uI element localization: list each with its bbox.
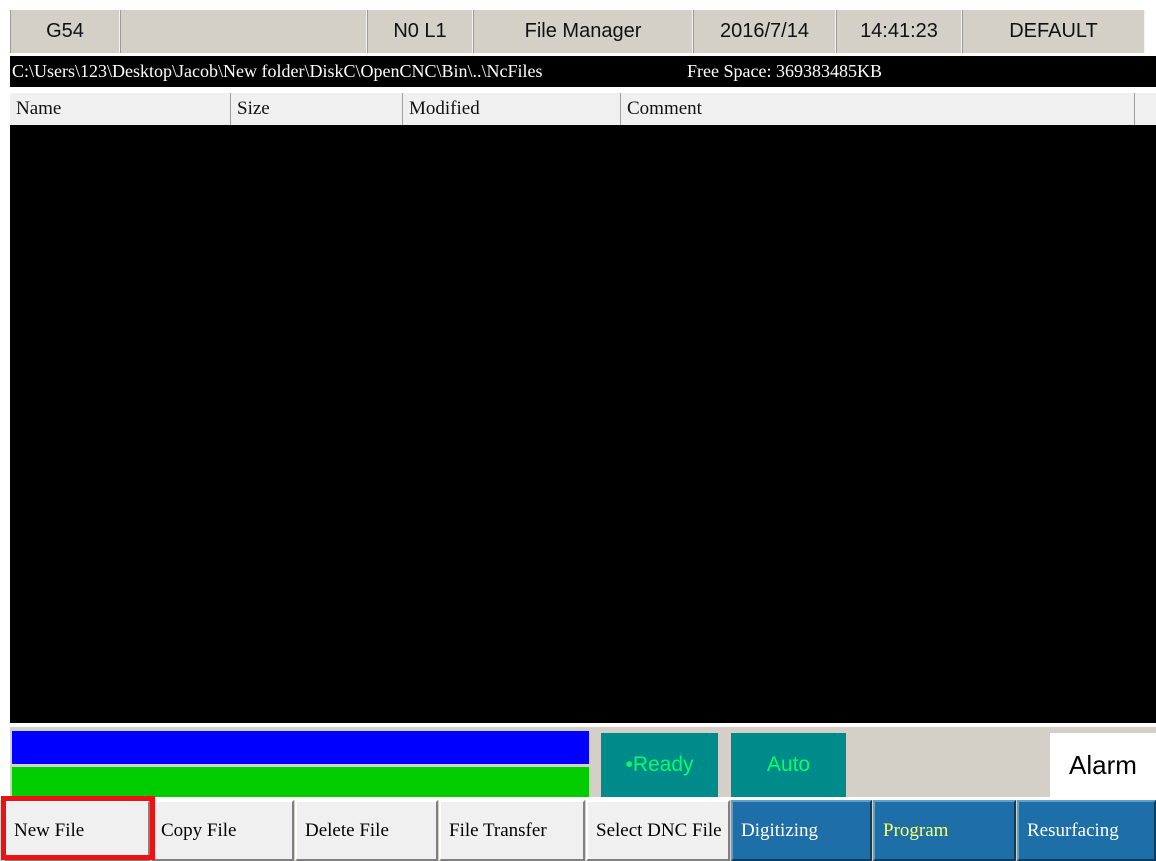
top-status-bar: G54 N0 L1 File Manager 2016/7/14 14:41:2… — [10, 10, 1145, 53]
time-cell: 14:41:23 — [836, 10, 962, 53]
copy-file-button[interactable]: Copy File — [151, 800, 294, 861]
ready-indicator: •Ready — [601, 733, 718, 797]
digitizing-button[interactable]: Digitizing — [731, 800, 872, 861]
cnc-file-manager-screen: G54 N0 L1 File Manager 2016/7/14 14:41:2… — [0, 0, 1156, 861]
date-cell: 2016/7/14 — [693, 10, 836, 53]
file-list-header: Name Size Modified Comment — [10, 93, 1156, 125]
screen-title: File Manager — [473, 10, 693, 53]
column-header-size[interactable]: Size — [231, 93, 403, 125]
select-dnc-file-button[interactable]: Select DNC File — [586, 800, 730, 861]
file-transfer-button[interactable]: File Transfer — [439, 800, 585, 861]
new-file-button[interactable]: New File — [4, 800, 150, 861]
line-number-cell: N0 L1 — [367, 10, 473, 53]
profile-cell: DEFAULT — [962, 10, 1145, 53]
program-button[interactable]: Program — [873, 800, 1016, 861]
current-path: C:\Users\123\Desktop\Jacob\New folder\Di… — [12, 61, 543, 81]
blank-status-cell — [120, 10, 367, 53]
alarm-indicator[interactable]: Alarm — [1050, 733, 1156, 797]
progress-bar-blue — [12, 731, 589, 764]
coord-system-cell: G54 — [10, 10, 120, 53]
progress-bar-green — [12, 767, 589, 797]
column-header-name[interactable]: Name — [10, 93, 231, 125]
path-bar: C:\Users\123\Desktop\Jacob\New folder\Di… — [10, 56, 1156, 87]
softkey-row: New File Copy File Delete File File Tran… — [0, 800, 1156, 861]
column-header-comment[interactable]: Comment — [621, 93, 1135, 125]
column-header-modified[interactable]: Modified — [403, 93, 621, 125]
resurfacing-button[interactable]: Resurfacing — [1017, 800, 1156, 861]
file-list[interactable] — [10, 125, 1156, 723]
mode-indicator: Auto — [731, 733, 846, 797]
free-space: Free Space: 369383485KB — [687, 61, 882, 81]
delete-file-button[interactable]: Delete File — [295, 800, 438, 861]
status-area: •Ready Auto Alarm — [10, 727, 1156, 797]
